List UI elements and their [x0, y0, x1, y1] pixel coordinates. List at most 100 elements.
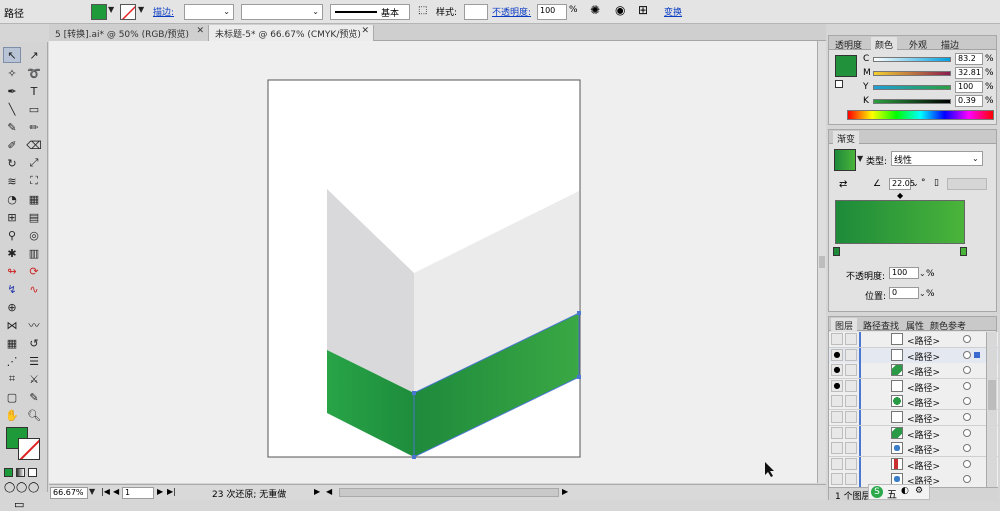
- tab-attributes[interactable]: 属性: [902, 318, 928, 332]
- transform-link[interactable]: 变换: [664, 5, 682, 18]
- last-page-icon[interactable]: ▶|: [167, 487, 176, 496]
- tab-pathfinder[interactable]: 路径查找: [859, 318, 903, 332]
- scroll-left-icon[interactable]: ◀: [326, 487, 332, 496]
- none-mode-icon[interactable]: [28, 468, 37, 477]
- slider-m[interactable]: [873, 71, 951, 76]
- type-tool-icon[interactable]: T: [25, 83, 43, 99]
- layer-row[interactable]: ● <路径>: [829, 347, 998, 364]
- layer-name[interactable]: <路径>: [907, 365, 940, 378]
- target-circle-icon[interactable]: [963, 459, 971, 468]
- slider-k[interactable]: [873, 99, 951, 104]
- stroke-link[interactable]: 描边:: [153, 5, 174, 18]
- anchor-point[interactable]: [577, 375, 581, 379]
- lock-toggle[interactable]: [845, 395, 857, 408]
- pen-tool-icon[interactable]: ✒: [3, 83, 21, 99]
- gradient-tool-icon[interactable]: ▤: [25, 209, 43, 225]
- tab-transparency[interactable]: 透明度: [831, 37, 866, 51]
- tab-color-guide[interactable]: 颜色参考: [926, 318, 970, 332]
- shape-builder-icon[interactable]: ◔: [3, 191, 21, 207]
- blob-brush-icon[interactable]: ✐: [3, 137, 21, 153]
- recolor-icon[interactable]: ✺: [590, 3, 600, 17]
- layer-name[interactable]: <路径>: [907, 350, 940, 363]
- channel-k-value[interactable]: 0.39: [955, 95, 983, 107]
- eye-icon[interactable]: ●: [831, 348, 843, 361]
- slider-c[interactable]: [873, 57, 951, 62]
- scroll-thumb[interactable]: [988, 380, 996, 410]
- layer-row[interactable]: <路径>: [829, 394, 998, 411]
- visibility-toggle[interactable]: [831, 457, 843, 470]
- first-page-icon[interactable]: |◀: [101, 487, 110, 496]
- channel-m-value[interactable]: 32.81: [955, 67, 983, 79]
- gradient-mode-icon[interactable]: [16, 468, 25, 477]
- draw-inside-icon[interactable]: ◯: [28, 482, 39, 493]
- visibility-toggle[interactable]: [831, 442, 843, 455]
- warp-tool-icon[interactable]: ≋: [3, 173, 21, 189]
- channel-y-value[interactable]: 100: [955, 81, 983, 93]
- stop-location-input[interactable]: 0: [889, 287, 919, 299]
- opacity-link[interactable]: 不透明度:: [492, 5, 531, 18]
- lock-toggle[interactable]: [845, 473, 857, 486]
- lock-toggle[interactable]: [845, 348, 857, 361]
- isolate-icon[interactable]: ◉: [615, 3, 625, 17]
- anchor-point[interactable]: [577, 311, 581, 315]
- visibility-toggle[interactable]: [831, 333, 843, 345]
- prev-page-icon[interactable]: ◀: [113, 487, 119, 496]
- lock-toggle[interactable]: [845, 426, 857, 439]
- mesh-tool-icon[interactable]: ⊞: [3, 209, 21, 225]
- layer-name[interactable]: <路径>: [907, 334, 940, 347]
- gradient-stop-start[interactable]: [833, 247, 840, 256]
- anchor-point[interactable]: [412, 455, 416, 459]
- column-graph-icon[interactable]: ▥: [25, 245, 43, 261]
- tab-color[interactable]: 颜色: [871, 37, 898, 51]
- zoom-field[interactable]: 66.67%: [50, 487, 88, 499]
- gradient-swatch[interactable]: [834, 149, 856, 171]
- draw-normal-icon[interactable]: ◯: [4, 482, 15, 493]
- target-circle-icon[interactable]: [963, 381, 971, 390]
- anchor-add-icon[interactable]: ↬: [3, 263, 21, 279]
- close-icon[interactable]: ✕: [196, 26, 204, 36]
- vertical-scrollbar[interactable]: [817, 41, 826, 483]
- lock-toggle[interactable]: [845, 457, 857, 470]
- free-transform-icon[interactable]: ⛶: [25, 173, 43, 189]
- chevron-down-icon[interactable]: ⌄: [919, 269, 926, 278]
- target-circle-icon[interactable]: [963, 350, 971, 359]
- page-field[interactable]: 1: [122, 487, 154, 499]
- artboard-icon[interactable]: ⬚: [418, 5, 427, 16]
- layer-name[interactable]: <路径>: [907, 428, 940, 441]
- rotate-tool-icon[interactable]: ↻: [3, 155, 21, 171]
- angle-input[interactable]: 22.05: [889, 178, 915, 190]
- color-swatch[interactable]: [835, 55, 857, 77]
- tab-gradient[interactable]: 渐变: [833, 131, 860, 145]
- reverse-gradient-icon[interactable]: ⇄: [839, 179, 847, 190]
- blend-tool-icon[interactable]: ◎: [25, 227, 43, 243]
- rectangle-tool-icon[interactable]: ▭: [25, 101, 43, 117]
- chevron-down-icon[interactable]: ⌄: [919, 289, 926, 298]
- tab-stroke[interactable]: 描边: [937, 37, 963, 51]
- anchor-convert-icon[interactable]: ⟳: [25, 263, 43, 279]
- tab-appearance[interactable]: 外观: [905, 37, 931, 51]
- mesh-grid-icon[interactable]: ▦: [3, 335, 21, 351]
- gradient-stop-end[interactable]: [960, 247, 967, 256]
- width-tool-icon[interactable]: ⋈: [3, 317, 21, 333]
- target-circle-icon[interactable]: [963, 366, 971, 375]
- chevron-down-icon[interactable]: ▼: [857, 154, 863, 163]
- target-circle-icon[interactable]: [963, 397, 971, 406]
- opacity-input[interactable]: 100: [537, 4, 567, 20]
- doc-tab-1[interactable]: 5 [转换].ai* @ 50% (RGB/预览) ✕: [49, 25, 209, 41]
- eye-icon[interactable]: ●: [831, 379, 843, 392]
- tab-layers[interactable]: 图层: [831, 318, 858, 332]
- stroke-swatch[interactable]: [120, 4, 136, 20]
- target-circle-icon[interactable]: [963, 444, 971, 453]
- draw-behind-icon[interactable]: ◯: [16, 482, 27, 493]
- layer-name[interactable]: <路径>: [907, 443, 940, 456]
- eraser-icon[interactable]: ⌫: [25, 137, 43, 153]
- anchor-wave-icon[interactable]: ∿: [25, 281, 43, 297]
- stop-opacity-input[interactable]: 100: [889, 267, 919, 279]
- gradient-slider-bar[interactable]: [835, 200, 965, 244]
- scale-tool-icon[interactable]: ⤢: [25, 155, 43, 171]
- brush-definition[interactable]: 基本: [330, 4, 410, 20]
- pencil-icon[interactable]: ✏: [25, 119, 43, 135]
- target-circle-icon[interactable]: [963, 413, 971, 421]
- horizontal-scrollbar[interactable]: [339, 488, 559, 497]
- direct-selection-tool-icon[interactable]: ↗: [25, 47, 43, 63]
